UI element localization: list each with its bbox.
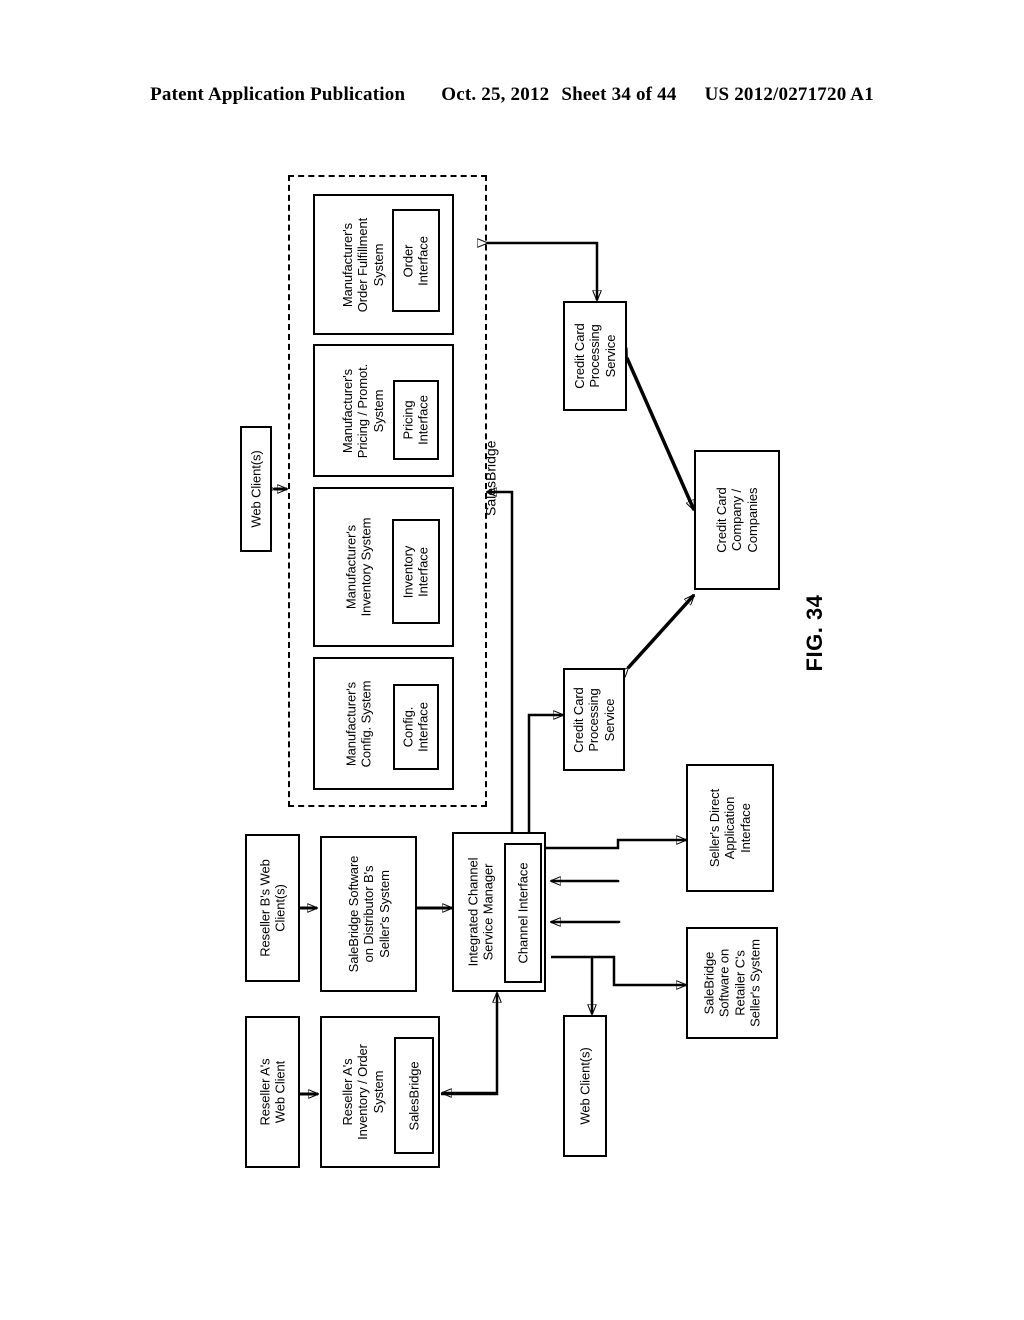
- config-interface-box: Config. Interface: [393, 684, 439, 770]
- reseller-a-inventory-order-system-label: Reseller A's Inventory / Order System: [339, 1044, 386, 1140]
- credit-card-processing-service-bottom-box: Credit Card Processing Service: [563, 668, 625, 771]
- order-interface-box: Order Interface: [392, 209, 440, 312]
- figure-label: FIG. 34: [802, 594, 827, 672]
- header-publication: Patent Application Publication: [150, 84, 406, 105]
- connector-lines: [0, 0, 696, 1320]
- manufacturer-inventory-system-label: Manufacturer's Inventory System: [343, 517, 374, 617]
- patent-figure-page: Patent Application Publication Oct. 25, …: [0, 0, 1024, 1320]
- header-patent-number: US 2012/0271720 A1: [704, 84, 874, 105]
- manufacturer-pricing-promotion-system-label: Manufacturer's Pricing / Promot. System: [339, 363, 386, 458]
- pricing-interface-label: Pricing Interface: [400, 395, 431, 445]
- credit-card-company-box: Credit Card Company / Companies: [694, 450, 780, 590]
- salebridge-retailer-c-label: SaleBridge Software on Retailer C's Sell…: [701, 939, 763, 1027]
- header-sheet: Sheet 34 of 44: [561, 84, 677, 105]
- credit-card-processing-service-top-box: Credit Card Processing Service: [563, 301, 627, 411]
- pricing-interface-box: Pricing Interface: [393, 380, 439, 460]
- web-clients-left-label: Web Client(s): [248, 450, 264, 528]
- reseller-a-salesbridge-box: SalesBridge: [394, 1037, 434, 1154]
- web-clients-left-box: Web Client(s): [240, 426, 272, 552]
- web-clients-bottom-box: Web Client(s): [563, 1015, 607, 1157]
- config-interface-label: Config. Interface: [400, 702, 431, 752]
- channel-interface-label: Channel Interface: [515, 862, 531, 964]
- page-header: Patent Application Publication Oct. 25, …: [0, 84, 1024, 112]
- reseller-a-salesbridge-label: SalesBridge: [406, 1061, 422, 1130]
- order-interface-label: Order Interface: [400, 235, 431, 286]
- channel-interface-box: Channel Interface: [504, 843, 542, 983]
- reseller-b-web-clients-label: Reseller B's Web Client(s): [257, 859, 288, 957]
- credit-card-company-label: Credit Card Company / Companies: [714, 487, 760, 553]
- credit-card-processing-service-top-label: Credit Card Processing Service: [572, 323, 618, 389]
- manufacturer-order-fulfillment-system-label: Manufacturer's Order Fulfillment System: [339, 217, 386, 312]
- reseller-a-web-client-label: Reseller A's Web Client: [257, 1058, 288, 1126]
- web-clients-bottom-label: Web Client(s): [577, 1047, 593, 1125]
- sellers-direct-application-interface-box: Seller's Direct Application Interface: [686, 764, 774, 892]
- manufacturer-config-system-label: Manufacturer's Config. System: [343, 680, 374, 767]
- salesbridge-boundary-label: SalesBridge: [482, 440, 499, 517]
- salebridge-distributor-b-label: SaleBridge Software on Distributor B's S…: [345, 855, 392, 973]
- inventory-interface-box: Inventory Interface: [392, 519, 440, 624]
- header-date: Oct. 25, 2012: [441, 84, 550, 105]
- sellers-direct-application-interface-label: Seller's Direct Application Interface: [707, 788, 753, 868]
- credit-card-processing-service-bottom-label: Credit Card Processing Service: [571, 686, 617, 753]
- reseller-b-web-clients-box: Reseller B's Web Client(s): [245, 834, 300, 982]
- integrated-channel-service-manager-label: Integrated Channel Service Manager: [465, 857, 496, 967]
- reseller-a-web-client-box: Reseller A's Web Client: [245, 1016, 300, 1168]
- salebridge-retailer-c-box: SaleBridge Software on Retailer C's Sell…: [686, 927, 778, 1039]
- salebridge-distributor-b-box: SaleBridge Software on Distributor B's S…: [320, 836, 417, 992]
- inventory-interface-label: Inventory Interface: [400, 545, 431, 598]
